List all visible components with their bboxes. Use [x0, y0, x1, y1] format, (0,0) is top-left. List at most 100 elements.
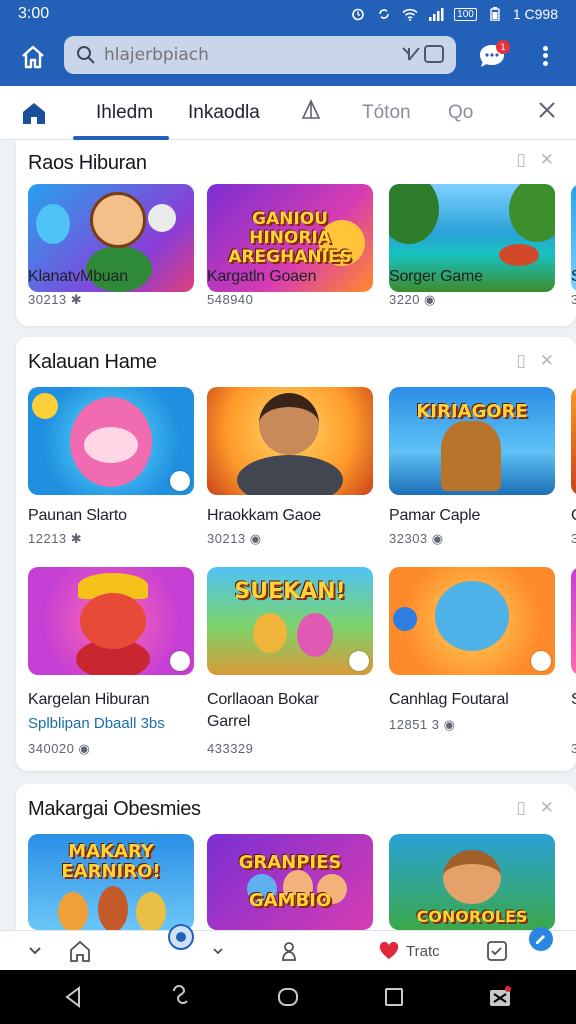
compass-icon [168, 924, 194, 950]
close-icon[interactable]: ✕ [540, 150, 554, 170]
profile-button[interactable] [278, 939, 300, 963]
discover-button[interactable] [166, 924, 196, 950]
tab-arrow[interactable] [300, 98, 322, 128]
assistant-icon [173, 985, 188, 1004]
chevron-down-button[interactable] [212, 939, 224, 963]
tab-inkaodla[interactable]: Inkaodla [188, 102, 260, 124]
game-thumbnail [28, 387, 194, 495]
game-card[interactable]: Paunan Slarto 12213 ✱ [28, 387, 194, 546]
system-nav-bar [0, 970, 576, 1024]
game-thumbnail [389, 567, 555, 675]
recents-square-icon [385, 988, 403, 1006]
game-card[interactable]: GRANPIES GAMBIO [207, 834, 373, 930]
close-tabs-button[interactable] [537, 98, 557, 128]
home-button[interactable] [15, 39, 51, 75]
game-card[interactable]: Sorger Game 3220 ◉ [389, 184, 555, 307]
more-menu-button[interactable] [534, 42, 556, 70]
keyboard-switch-button[interactable] [488, 985, 512, 1009]
game-thumbnail [207, 387, 373, 495]
bottom-toolbar: Tratc [0, 924, 576, 970]
library-button[interactable] [486, 939, 508, 963]
chevron-down-button[interactable] [28, 939, 42, 963]
section-title: Raos Hiburan [28, 152, 147, 174]
lock-icon[interactable]: ▯ [516, 798, 525, 818]
tab-home[interactable] [20, 100, 48, 126]
fab-button[interactable] [528, 927, 554, 951]
game-card[interactable]: SUEKAN! Corllaoan Bokar Garrel 433329 [207, 567, 373, 756]
game-card[interactable]: CONOROLES [389, 834, 555, 930]
lock-icon[interactable]: ▯ [516, 351, 525, 371]
game-title: Sorger Game [389, 268, 483, 285]
sync-icon [376, 7, 392, 21]
game-card[interactable]: KlanatvMbuan 30213 ✱ [28, 184, 194, 307]
camera-icon[interactable] [424, 45, 444, 63]
person-icon [282, 942, 296, 961]
assistant-button[interactable] [168, 985, 192, 1009]
game-card[interactable]: Hraokkam Gaoe 30213 ◉ [207, 387, 373, 546]
game-count: 340020 ◉ [28, 741, 91, 756]
section-makargai-obesmies: Makargai Obesmies ▯ ✕ MAKARY EARNIRO! GR… [16, 784, 576, 930]
recents-button[interactable] [382, 985, 406, 1009]
close-icon[interactable]: ✕ [540, 351, 554, 371]
game-thumbnail: GRANPIES GAMBIO [207, 834, 373, 930]
chat-badge: 1 [496, 40, 510, 54]
search-bar[interactable] [64, 36, 456, 74]
back-button[interactable] [62, 985, 86, 1009]
tab-qo[interactable]: Qo [448, 102, 473, 124]
home-outline-icon [70, 940, 90, 962]
game-count: 12213 ✱ [28, 531, 83, 546]
character-art [80, 593, 146, 649]
game-title: Canhlag Foutaral [389, 691, 509, 708]
favorites-button[interactable]: Tratc [378, 939, 440, 963]
home-nav-system-button[interactable] [276, 985, 300, 1009]
signal-icon [428, 7, 444, 21]
section-raos-hiburan: Raos Hiburan ▯ ✕ KlanatvMbuan 30213 ✱ GA… [16, 140, 576, 326]
search-icon [77, 46, 95, 64]
play-icon[interactable] [170, 471, 190, 491]
play-icon[interactable] [349, 651, 369, 671]
triangle-outline-icon [301, 99, 321, 119]
home-circle-icon [278, 988, 298, 1006]
game-card[interactable]: Canhlag Foutaral 12851 3 ◉ [389, 567, 555, 732]
game-count: 548940 [207, 292, 254, 307]
search-input[interactable] [104, 45, 400, 65]
battery-icon [487, 7, 503, 21]
game-count: 3220 ◉ [389, 292, 436, 307]
game-title: KlanatvMbuan [28, 268, 128, 285]
tab-ihledm[interactable]: Ihledm [96, 102, 153, 124]
game-thumbnail: CONOROLES [389, 834, 555, 930]
game-card[interactable]: Kargelan Hiburan Splblipan Dbaall 3bs 34… [28, 567, 194, 756]
section-title: Makargai Obesmies [28, 798, 201, 820]
game-card[interactable]: GANIOU HINORIA AREGHANIES Kargatln Goaen… [207, 184, 373, 307]
section-kalauan-hame: Kalauan Hame ▯ ✕ Paunan Slarto 12213 ✱ H… [16, 337, 576, 771]
game-card[interactable]: KIRIAGORE Pamar Caple 32303 ◉ [389, 387, 555, 546]
home-nav-button[interactable] [68, 939, 92, 963]
game-thumbnail [571, 387, 576, 495]
game-subtitle: Garrel [207, 713, 251, 730]
tab-toton[interactable]: Tóton [362, 102, 411, 124]
game-title: C [571, 507, 576, 525]
mic-icon[interactable] [400, 45, 422, 65]
play-icon[interactable] [531, 651, 551, 671]
game-card[interactable]: C 3 [571, 387, 576, 546]
play-icon[interactable] [170, 651, 190, 671]
game-thumbnail: KIRIAGORE [389, 387, 555, 495]
close-icon[interactable]: ✕ [540, 798, 554, 818]
wifi-icon [402, 7, 418, 21]
lock-icon[interactable]: ▯ [516, 150, 525, 170]
game-card[interactable]: MAKARY EARNIRO! [28, 834, 194, 930]
chevron-down-icon [213, 948, 223, 955]
back-triangle-icon [65, 986, 80, 1008]
game-count: 3 [571, 531, 576, 546]
app-bar: 1 [0, 28, 576, 86]
status-right-text: 1 C998 [512, 6, 558, 22]
game-title: Paunan Slarto [28, 507, 127, 524]
game-card[interactable]: S 3 [571, 184, 576, 307]
game-title: Pamar Caple [389, 507, 481, 524]
game-card[interactable]: S 3 [571, 567, 576, 756]
game-thumbnail [571, 567, 576, 675]
game-count: 433329 [207, 741, 254, 756]
tab-bar: Ihledm Inkaodla Tóton Qo [0, 86, 576, 140]
keyboard-icon [490, 986, 511, 1006]
game-count: 12851 3 ◉ [389, 717, 456, 732]
